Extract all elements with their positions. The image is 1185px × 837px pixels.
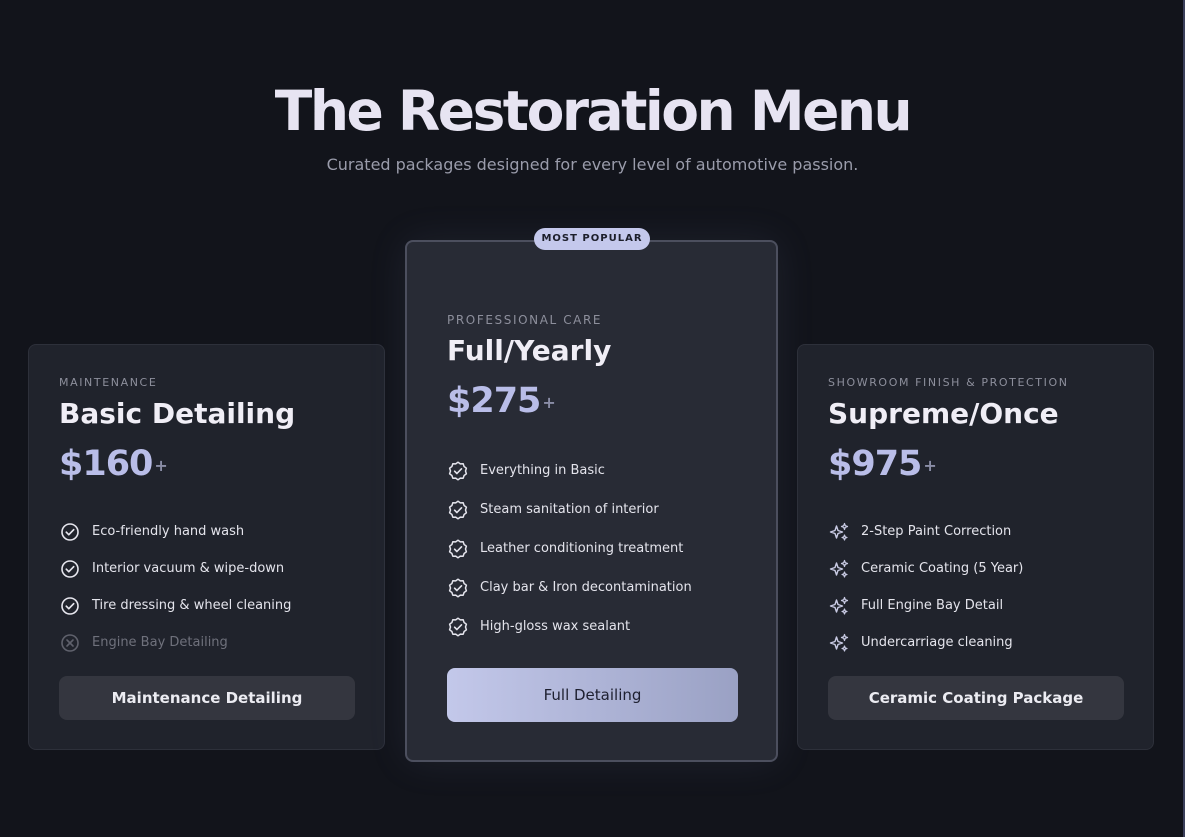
- plan-name: Basic Detailing: [59, 397, 296, 430]
- feature-list: 2-Step Paint Correction Ceramic Coating …: [828, 513, 1123, 661]
- price-row: $160 +: [59, 442, 354, 486]
- plan-eyebrow: SHOWROOM FINISH & PROTECTION: [828, 376, 1069, 389]
- feature-label: Tire dressing & wheel cleaning: [92, 598, 292, 613]
- badge-check-icon: [447, 577, 469, 599]
- pricing-header: The Restoration Menu Curated packages de…: [0, 78, 1185, 176]
- feature-label: High-gloss wax sealant: [480, 619, 631, 634]
- feature-label: Eco-friendly hand wash: [92, 524, 245, 539]
- x-circle-icon: [59, 632, 81, 654]
- feature-label: Clay bar & Iron decontamination: [480, 580, 692, 595]
- feature-label: Interior vacuum & wipe-down: [92, 561, 285, 576]
- price-row: $275 +: [447, 379, 736, 423]
- feature-label: 2-Step Paint Correction: [861, 524, 1012, 539]
- feature-label: Engine Bay Detailing: [92, 635, 228, 650]
- plan-name: Supreme/Once: [828, 397, 1059, 430]
- sparkles-icon: [828, 558, 850, 580]
- page-title: The Restoration Menu: [274, 79, 913, 143]
- plan-card-basic: MAINTENANCE Basic Detailing $160 + Eco-f…: [28, 344, 385, 750]
- price-suffix: +: [154, 456, 168, 475]
- plan-name: Full/Yearly: [447, 334, 612, 367]
- feature-item: Full Engine Bay Detail: [828, 587, 1123, 624]
- feature-label: Everything in Basic: [480, 463, 605, 478]
- feature-item: High-gloss wax sealant: [447, 607, 736, 646]
- badge-check-icon: [447, 499, 469, 521]
- feature-item-excluded: Engine Bay Detailing: [59, 624, 354, 661]
- plan-eyebrow: MAINTENANCE: [59, 376, 158, 389]
- plan-eyebrow: PROFESSIONAL CARE: [447, 313, 603, 327]
- ceramic-coating-package-button[interactable]: Ceramic Coating Package: [828, 676, 1124, 720]
- plan-card-supreme: SHOWROOM FINISH & PROTECTION Supreme/Onc…: [797, 344, 1154, 750]
- feature-list: Eco-friendly hand wash Interior vacuum &…: [59, 513, 354, 661]
- feature-item: Eco-friendly hand wash: [59, 513, 354, 550]
- plan-price: $160: [59, 444, 153, 484]
- feature-label: Steam sanitation of interior: [480, 502, 659, 517]
- badge-check-icon: [447, 616, 469, 638]
- most-popular-badge: MOST POPULAR: [534, 228, 650, 250]
- feature-item: Everything in Basic: [447, 451, 736, 490]
- badge-check-icon: [447, 460, 469, 482]
- page-subtitle: Curated packages designed for every leve…: [326, 155, 859, 174]
- sparkles-icon: [828, 595, 850, 617]
- feature-label: Ceramic Coating (5 Year): [861, 561, 1024, 576]
- check-circle-icon: [59, 521, 81, 543]
- feature-label: Full Engine Bay Detail: [861, 598, 1004, 613]
- badge-check-icon: [447, 538, 469, 560]
- price-suffix: +: [923, 456, 937, 475]
- feature-list: Everything in Basic Steam sanitation of …: [447, 451, 736, 646]
- price-row: $975 +: [828, 442, 1123, 486]
- feature-item: Steam sanitation of interior: [447, 490, 736, 529]
- feature-label: Leather conditioning treatment: [480, 541, 684, 556]
- plan-price: $975: [828, 444, 922, 484]
- feature-label: Undercarriage cleaning: [861, 635, 1013, 650]
- feature-item: Clay bar & Iron decontamination: [447, 568, 736, 607]
- feature-item: Interior vacuum & wipe-down: [59, 550, 354, 587]
- plan-card-full: MOST POPULAR PROFESSIONAL CARE Full/Year…: [405, 228, 778, 762]
- feature-item: Ceramic Coating (5 Year): [828, 550, 1123, 587]
- check-circle-icon: [59, 595, 81, 617]
- feature-item: 2-Step Paint Correction: [828, 513, 1123, 550]
- sparkles-icon: [828, 521, 850, 543]
- plan-price: $275: [447, 381, 541, 421]
- feature-item: Tire dressing & wheel cleaning: [59, 587, 354, 624]
- feature-item: Undercarriage cleaning: [828, 624, 1123, 661]
- price-suffix: +: [542, 393, 556, 412]
- maintenance-detailing-button[interactable]: Maintenance Detailing: [59, 676, 355, 720]
- feature-item: Leather conditioning treatment: [447, 529, 736, 568]
- full-detailing-button[interactable]: Full Detailing: [447, 668, 738, 722]
- check-circle-icon: [59, 558, 81, 580]
- sparkles-icon: [828, 632, 850, 654]
